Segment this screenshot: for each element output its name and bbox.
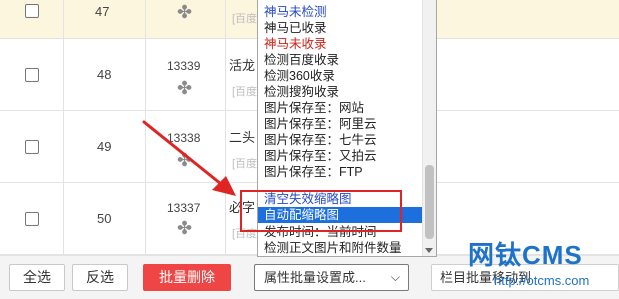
image-cell: 13339 ✤ — [146, 39, 226, 110]
row-checkbox[interactable] — [25, 140, 39, 154]
dropdown-option[interactable]: 检测360收录 — [258, 68, 422, 84]
watermark-url: http://otcms.com — [494, 273, 590, 288]
annotation-highlight-box — [240, 190, 402, 232]
dropdown-option[interactable]: 神马未收录 — [258, 36, 422, 52]
engine-tag: [百度] — [232, 13, 261, 25]
select-all-button[interactable]: 全选 — [9, 264, 65, 291]
dropdown-option[interactable]: 图片保存至：七牛云 — [258, 132, 422, 148]
watermark: 网钛CMS http://otcms.com — [468, 235, 618, 295]
checkbox-cell — [0, 111, 64, 182]
dropdown-option[interactable]: 神马已收录 — [258, 20, 422, 36]
watermark-title: 网钛CMS — [468, 240, 583, 270]
checkbox-cell — [0, 39, 64, 110]
puzzle-icon: ✤ — [177, 2, 193, 22]
id-cell: 50 — [64, 183, 146, 254]
row-checkbox[interactable] — [25, 4, 39, 18]
invert-selection-button[interactable]: 反选 — [72, 264, 128, 291]
row-id: 48 — [97, 67, 112, 82]
checkbox-cell — [0, 0, 64, 38]
scrollbar-thumb[interactable] — [425, 165, 434, 239]
dropdown-option[interactable]: 图片保存至：又拍云 — [258, 148, 422, 164]
row-id: 47 — [95, 4, 110, 19]
row-checkbox[interactable] — [25, 68, 39, 82]
dropdown-option[interactable]: 图片保存至：阿里云 — [258, 116, 422, 132]
dropdown-option[interactable]: 神马未检测 — [258, 4, 422, 20]
dropdown-option[interactable]: 检测搜狗收录 — [258, 84, 422, 100]
dropdown-scrollbar[interactable] — [422, 0, 436, 256]
id-cell: 49 — [64, 111, 146, 182]
image-cell: ✤ — [146, 0, 226, 38]
red-arrow-icon — [142, 120, 236, 196]
engine-tag: [百度] — [232, 86, 261, 98]
row-checkbox[interactable] — [25, 212, 39, 226]
dropdown-option[interactable]: 检测百度收录 — [258, 52, 422, 68]
id-cell: 47 — [64, 0, 146, 38]
puzzle-icon: ✤ — [177, 218, 193, 238]
scroll-down-icon[interactable] — [425, 248, 433, 253]
article-title[interactable]: 活龙 — [229, 55, 255, 74]
batch-delete-button[interactable]: 批量删除 — [143, 264, 231, 291]
id-cell: 48 — [64, 39, 146, 110]
row-number: 13339 — [167, 59, 201, 73]
checkbox-cell — [0, 183, 64, 254]
row-number: 13337 — [167, 201, 201, 215]
puzzle-icon: ✤ — [177, 78, 193, 98]
dropdown-option[interactable]: 图片保存至：FTP — [258, 164, 422, 180]
dropdown-option[interactable]: 图片保存至：网站 — [258, 100, 422, 116]
attr-batch-select[interactable]: 属性批量设置成... ⌵ — [254, 264, 409, 291]
attr-batch-select-value: 属性批量设置成... — [264, 270, 366, 285]
dropdown-option[interactable]: 检测正文图片和附件数量 — [258, 240, 422, 256]
row-id: 49 — [97, 139, 112, 154]
row-id: 50 — [97, 211, 112, 226]
chevron-down-icon: ⌵ — [390, 270, 400, 284]
